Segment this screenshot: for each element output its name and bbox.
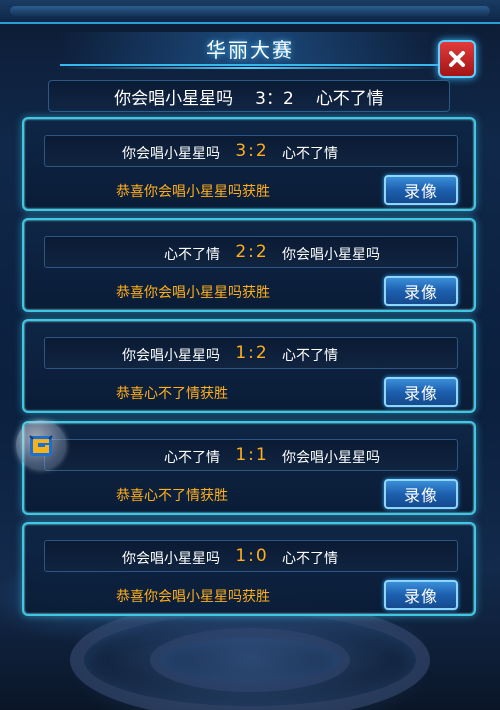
match-score: 2:2 bbox=[235, 242, 269, 262]
player-right: 你会唱小星星吗 bbox=[282, 450, 380, 466]
winner-text: 恭喜你会唱小星星吗获胜 bbox=[116, 285, 270, 301]
player-left: 心不了情 bbox=[164, 247, 220, 263]
match-score: 3:2 bbox=[235, 141, 269, 161]
player-left: 你会唱小星星吗 bbox=[122, 146, 220, 162]
close-button[interactable] bbox=[438, 40, 476, 78]
background-ring-inner bbox=[150, 628, 350, 692]
player-left: 你会唱小星星吗 bbox=[122, 348, 220, 364]
overall-score-banner: 你会唱小星星吗 3：2 心不了情 bbox=[48, 80, 450, 112]
match-card: 你会唱小星星吗 1:0 心不了情 恭喜你会唱小星星吗获胜 录像 bbox=[22, 522, 476, 616]
replay-button[interactable]: 录像 bbox=[384, 175, 458, 205]
replay-button[interactable]: 录像 bbox=[384, 479, 458, 509]
page-title: 华丽大赛 bbox=[206, 37, 294, 62]
match-score: 1:2 bbox=[235, 343, 269, 363]
close-icon bbox=[449, 51, 465, 67]
player-right: 心不了情 bbox=[282, 348, 338, 364]
match-score: 1:1 bbox=[235, 445, 269, 465]
title-bar: 华丽大赛 bbox=[60, 32, 440, 69]
winner-text: 恭喜你会唱小星星吗获胜 bbox=[116, 589, 270, 605]
match-row: 心不了情 2:2 你会唱小星星吗 bbox=[44, 236, 458, 268]
match-row: 心不了情 1:1 你会唱小星星吗 bbox=[44, 439, 458, 471]
player-left: 你会唱小星星吗 bbox=[122, 551, 220, 567]
player-right: 心不了情 bbox=[282, 146, 338, 162]
match-card: 心不了情 2:2 你会唱小星星吗 恭喜你会唱小星星吗获胜 录像 bbox=[22, 218, 476, 312]
floating-assistant-button[interactable] bbox=[16, 420, 66, 470]
replay-button[interactable]: 录像 bbox=[384, 580, 458, 610]
replay-button[interactable]: 录像 bbox=[384, 276, 458, 306]
match-card: 你会唱小星星吗 1:2 心不了情 恭喜心不了情获胜 录像 bbox=[22, 319, 476, 413]
game-logo-icon bbox=[29, 435, 53, 456]
replay-button[interactable]: 录像 bbox=[384, 377, 458, 407]
player-right: 你会唱小星星吗 bbox=[282, 247, 380, 263]
summary-score: 3：2 bbox=[255, 88, 294, 109]
winner-text: 恭喜你会唱小星星吗获胜 bbox=[116, 184, 270, 200]
match-row: 你会唱小星星吗 1:0 心不了情 bbox=[44, 540, 458, 572]
match-card: 心不了情 1:1 你会唱小星星吗 恭喜心不了情获胜 录像 bbox=[22, 421, 476, 515]
match-score: 1:0 bbox=[235, 546, 269, 566]
player-right: 心不了情 bbox=[282, 551, 338, 567]
winner-text: 恭喜心不了情获胜 bbox=[116, 386, 228, 402]
player-left: 心不了情 bbox=[164, 450, 220, 466]
summary-player-left: 你会唱小星星吗 bbox=[114, 88, 234, 109]
match-card: 你会唱小星星吗 3:2 心不了情 恭喜你会唱小星星吗获胜 录像 bbox=[22, 117, 476, 211]
winner-text: 恭喜心不了情获胜 bbox=[116, 488, 228, 504]
match-row: 你会唱小星星吗 3:2 心不了情 bbox=[44, 135, 458, 167]
match-row: 你会唱小星星吗 1:2 心不了情 bbox=[44, 337, 458, 369]
top-frame bbox=[0, 0, 500, 24]
summary-player-right: 心不了情 bbox=[315, 88, 384, 109]
